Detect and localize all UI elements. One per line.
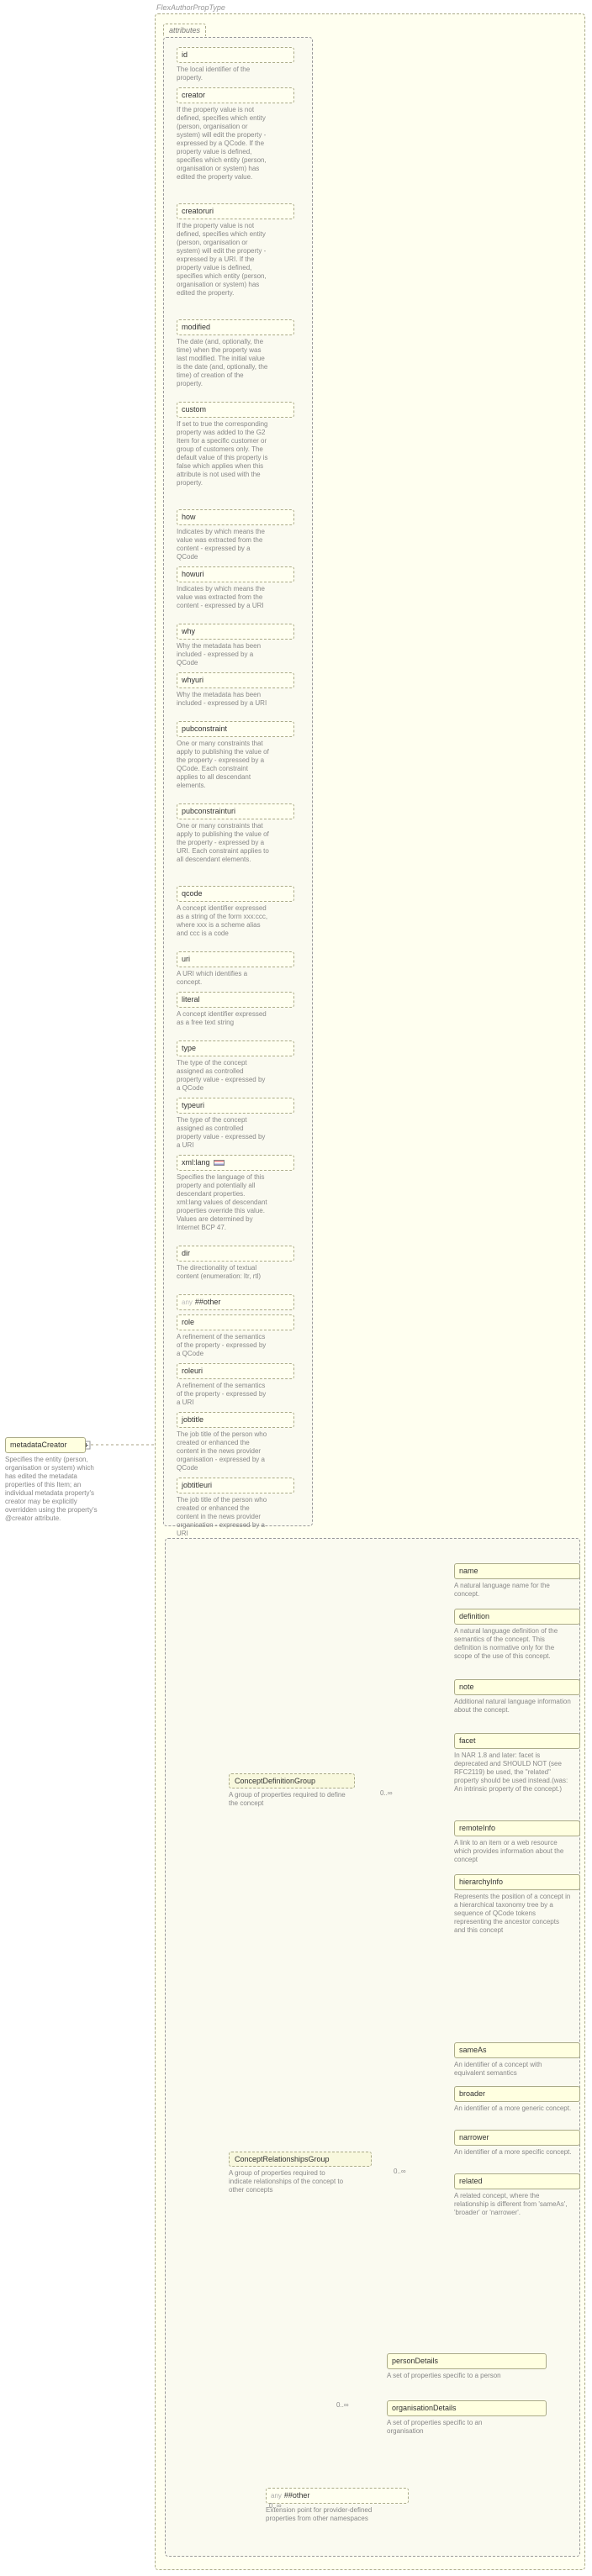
attr-modified: modifiedThe date (and, optionally, the t… <box>177 319 294 388</box>
node-organisationDetails: organisationDetailsA set of properties s… <box>387 2400 547 2436</box>
type-label: FlexAuthorPropType <box>156 3 225 12</box>
attr-typeuri: typeuriThe type of the concept assigned … <box>177 1098 294 1150</box>
node-personDetails: personDetailsA set of properties specifi… <box>387 2353 547 2380</box>
attr-dir: dirThe directionality of textual content… <box>177 1246 294 1281</box>
node-definition: definitionA natural language definition … <box>454 1609 580 1661</box>
attr-custom: customIf set to true the corresponding p… <box>177 402 294 487</box>
attr-other1: any##other <box>177 1294 294 1310</box>
group-conceptdefinition: ConceptDefinitionGroupA group of propert… <box>229 1773 355 1808</box>
node-sameAs: sameAsAn identifier of a concept with eq… <box>454 2042 580 2078</box>
attr-whyuri: whyuriWhy the metadata has been included… <box>177 672 294 708</box>
attr-qcode: qcodeA concept identifier expressed as a… <box>177 886 294 938</box>
node-related: relatedA related concept, where the rela… <box>454 2173 580 2217</box>
node-name: nameA natural language name for the conc… <box>454 1563 580 1599</box>
attr-creatoruri: creatoruriIf the property value is not d… <box>177 203 294 298</box>
node-broader: broaderAn identifier of a more generic c… <box>454 2086 580 2113</box>
attributes-header: attributes <box>163 24 206 36</box>
attr-jobtitleuri: jobtitleuriThe job title of the person w… <box>177 1478 294 1538</box>
node-remoteInfo: remoteInfoA link to an item or a web res… <box>454 1820 580 1864</box>
node-hierarchyInfo: hierarchyInfoRepresents the position of … <box>454 1874 580 1935</box>
attr-pubconstrainturi: pubconstrainturiOne or many constraints … <box>177 803 294 864</box>
attr-creator: creatorIf the property value is not defi… <box>177 87 294 182</box>
attr-pubconstraint: pubconstraintOne or many constraints tha… <box>177 721 294 790</box>
group-conceptrelationships: ConceptRelationshipsGroupA group of prop… <box>229 2152 372 2194</box>
attr-jobtitle: jobtitleThe job title of the person who … <box>177 1412 294 1472</box>
attr-xmllang: xml:langSpecifies the language of this p… <box>177 1155 294 1232</box>
node-facet: facetIn NAR 1.8 and later: facet is depr… <box>454 1733 580 1794</box>
attr-uri: uriA URI which identifies a concept. <box>177 951 294 987</box>
attr-howuri: howuriIndicates by which means the value… <box>177 566 294 610</box>
attr-id: idThe local identifier of the property. <box>177 47 294 82</box>
attr-role: roleA refinement of the semantics of the… <box>177 1314 294 1358</box>
node-note: noteAdditional natural language informat… <box>454 1679 580 1715</box>
attr-literal: literalA concept identifier expressed as… <box>177 992 294 1027</box>
node-narrower: narrowerAn identifier of a more specific… <box>454 2130 580 2157</box>
node-other-extension: any##otherExtension point for provider-d… <box>266 2488 409 2523</box>
attr-type: typeThe type of the concept assigned as … <box>177 1040 294 1093</box>
attr-roleuri: roleuriA refinement of the semantics of … <box>177 1363 294 1407</box>
attr-why: whyWhy the metadata has been included - … <box>177 624 294 667</box>
attr-how: howIndicates by which means the value wa… <box>177 509 294 561</box>
root-node: metadataCreatorSpecifies the entity (per… <box>5 1437 86 1523</box>
